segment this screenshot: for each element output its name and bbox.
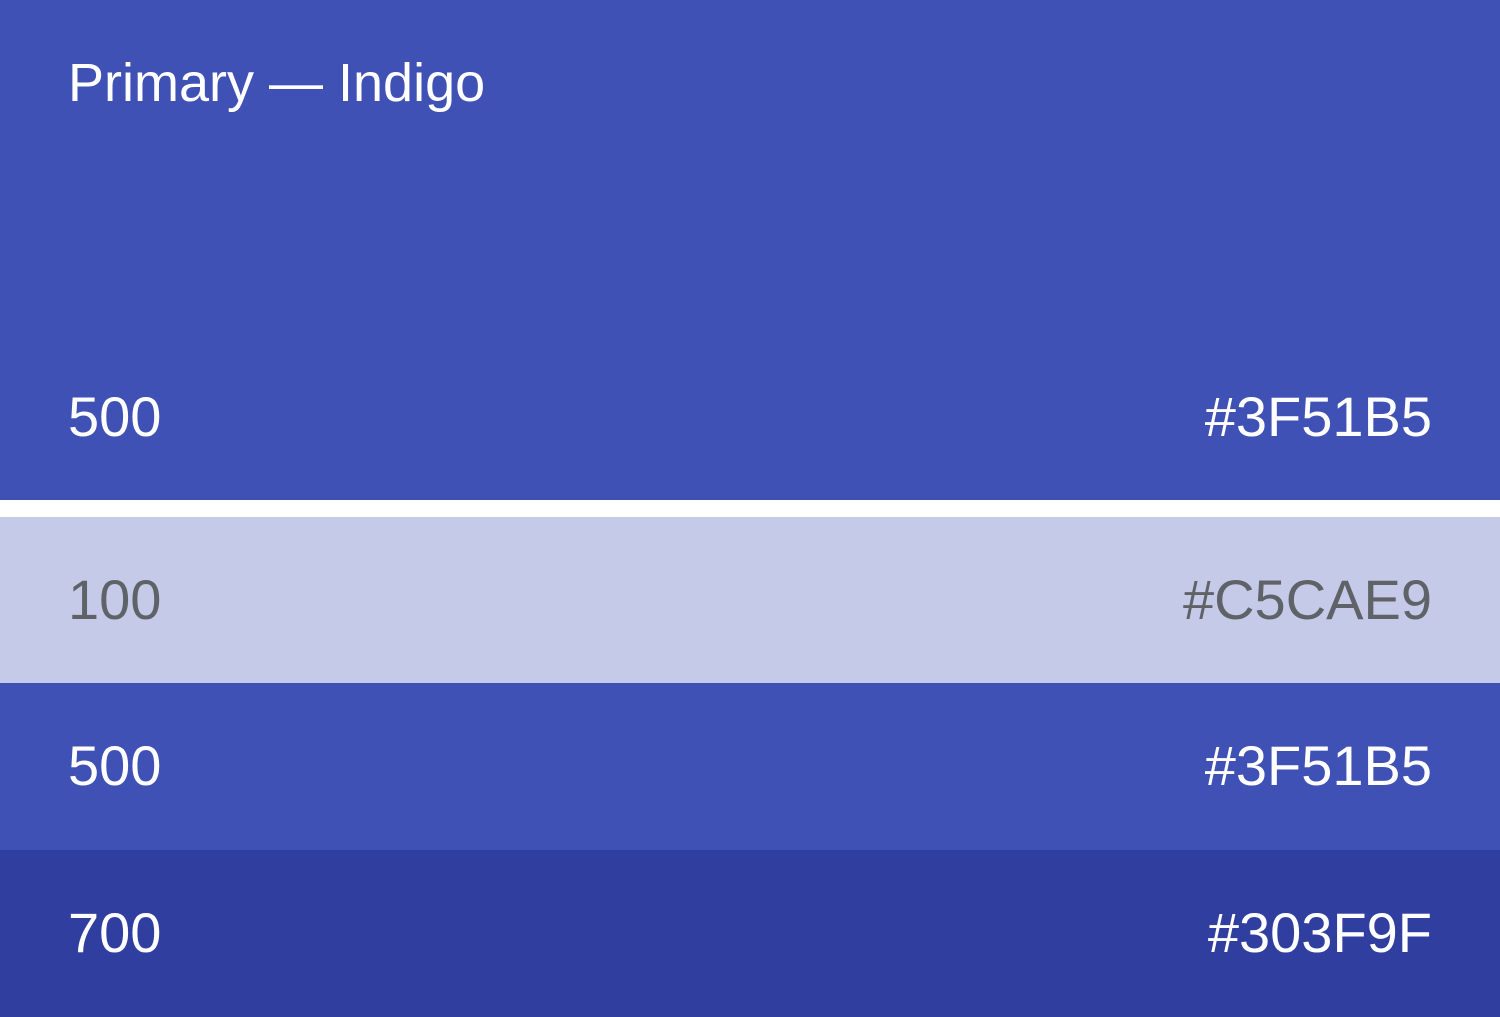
color-palette-card: Primary — Indigo 500 #3F51B5 100 #C5CAE9… (0, 0, 1500, 1017)
swatch-row-100: 100 #C5CAE9 (0, 517, 1500, 683)
palette-title: Primary — Indigo (68, 53, 486, 113)
hex-code: #3F51B5 (1204, 734, 1432, 797)
hex-code: #C5CAE9 (1182, 568, 1432, 631)
swatch-divider (0, 500, 1500, 517)
primary-swatch-hero: Primary — Indigo 500 #3F51B5 (0, 0, 1500, 500)
swatch-row-700: 700 #303F9F (0, 850, 1500, 1017)
shade-label: 100 (68, 568, 162, 631)
shade-label: 500 (68, 734, 162, 797)
hero-shade-label: 500 (68, 385, 162, 448)
hex-code: #303F9F (1207, 901, 1432, 964)
shade-label: 700 (68, 901, 162, 964)
hero-hex-code: #3F51B5 (1204, 385, 1432, 448)
swatch-row-500: 500 #3F51B5 (0, 683, 1500, 850)
